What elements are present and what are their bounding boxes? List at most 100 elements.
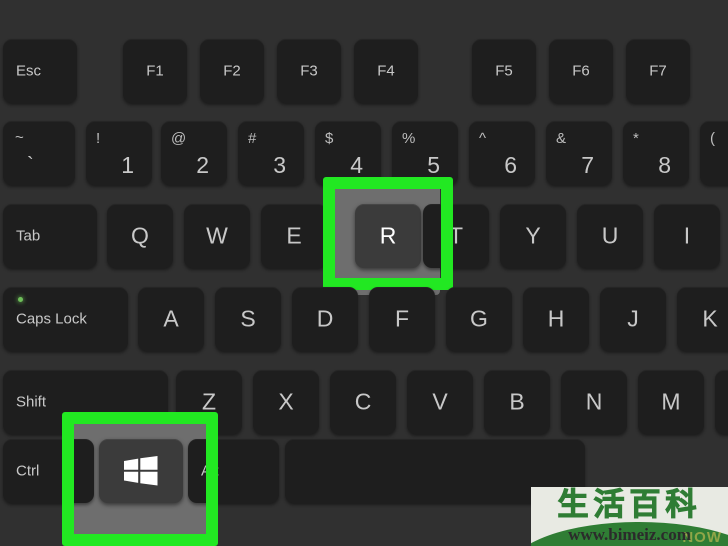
key-3-lower: 3 [273, 152, 286, 178]
key-s-label: S [240, 305, 256, 332]
highlight-windows-key [62, 412, 218, 546]
key-g-label: G [470, 305, 488, 332]
key-7-lower: 7 [581, 152, 594, 178]
highlight-r-key [323, 177, 453, 290]
key-4[interactable]: $ 4 [315, 121, 381, 185]
key-y[interactable]: Y [500, 204, 566, 268]
key-u-label: U [601, 222, 619, 249]
key-k-label: K [702, 305, 718, 332]
key-w-label: W [206, 222, 228, 249]
key-f-label: F [394, 305, 410, 332]
key-v-label: V [432, 388, 448, 415]
key-j-label: J [627, 305, 639, 332]
key-f4[interactable]: F4 [354, 39, 418, 103]
key-ctrl-label: Ctrl [16, 462, 40, 480]
key-a-label: A [163, 305, 179, 332]
key-9-upper: ( [710, 130, 715, 147]
key-s[interactable]: S [215, 287, 281, 351]
key-f4-label: F4 [377, 62, 395, 80]
key-8-lower: 8 [658, 152, 671, 178]
key-6-lower: 6 [504, 152, 517, 178]
key-q[interactable]: Q [107, 204, 173, 268]
key-2-upper: @ [171, 130, 187, 147]
key-1-upper: ! [96, 130, 101, 147]
key-7[interactable]: & 7 [546, 121, 612, 185]
key-f5-label: F5 [495, 62, 513, 80]
key-f3[interactable]: F3 [277, 39, 341, 103]
key-f7[interactable]: F7 [626, 39, 690, 103]
key-4-lower: 4 [350, 152, 363, 178]
key-7-upper: & [556, 130, 567, 147]
key-backtick-upper: ~ [15, 129, 24, 146]
key-e-label: E [286, 222, 302, 249]
key-comma-partial[interactable] [715, 370, 728, 434]
key-f2-label: F2 [223, 62, 241, 80]
key-m[interactable]: M [638, 370, 704, 434]
key-n-label: N [585, 388, 603, 415]
key-escape[interactable]: Esc [3, 39, 77, 103]
key-6[interactable]: ^ 6 [469, 121, 535, 185]
key-2[interactable]: @ 2 [161, 121, 227, 185]
key-tab-label: Tab [16, 227, 41, 245]
key-w[interactable]: W [184, 204, 250, 268]
key-y-label: Y [525, 222, 541, 249]
key-j[interactable]: J [600, 287, 666, 351]
key-2-lower: 2 [196, 152, 209, 178]
key-i[interactable]: I [654, 204, 720, 268]
watermark: 生活百科 www.bimeiz.com NOW [531, 487, 728, 546]
key-f3-label: F3 [300, 62, 318, 80]
key-shift-label: Shift [16, 393, 47, 411]
key-x[interactable]: X [253, 370, 319, 434]
key-h[interactable]: H [523, 287, 589, 351]
watermark-url: www.bimeiz.com [568, 525, 691, 544]
key-f5[interactable]: F5 [472, 39, 536, 103]
key-k[interactable]: K [677, 287, 728, 351]
key-z-label: Z [201, 388, 217, 415]
key-caps-lock[interactable]: Caps Lock [3, 287, 128, 351]
key-f[interactable]: F [369, 287, 435, 351]
key-f1-label: F1 [146, 62, 164, 80]
key-5-upper: % [402, 130, 416, 147]
key-q-label: Q [131, 222, 149, 249]
key-a[interactable]: A [138, 287, 204, 351]
key-c-label: C [354, 388, 372, 415]
key-f6-label: F6 [572, 62, 590, 80]
key-x-label: X [278, 388, 294, 415]
key-e[interactable]: E [261, 204, 327, 268]
key-b[interactable]: B [484, 370, 550, 434]
key-d-label: D [316, 305, 334, 332]
key-1[interactable]: ! 1 [86, 121, 152, 185]
key-f6[interactable]: F6 [549, 39, 613, 103]
key-escape-label: Esc [16, 62, 42, 80]
key-4-upper: $ [325, 130, 334, 147]
key-v[interactable]: V [407, 370, 473, 434]
key-8-upper: * [633, 130, 639, 147]
key-g[interactable]: G [446, 287, 512, 351]
key-6-upper: ^ [479, 130, 487, 147]
key-8[interactable]: * 8 [623, 121, 689, 185]
key-u[interactable]: U [577, 204, 643, 268]
keyboard-illustration: Esc F1 F2 F3 F4 F5 F6 F7 ~ ` ! 1 @ 2 # 3… [0, 0, 728, 546]
watermark-brand-text: 生活百科 [557, 487, 702, 523]
key-f7-label: F7 [649, 62, 667, 80]
key-d[interactable]: D [292, 287, 358, 351]
key-tab[interactable]: Tab [3, 204, 97, 268]
key-c[interactable]: C [330, 370, 396, 434]
caps-lock-led [18, 297, 23, 302]
key-caps-lock-label: Caps Lock [16, 310, 87, 328]
key-backtick-lower: ` [27, 154, 34, 176]
key-i-label: I [683, 222, 691, 249]
key-1-lower: 1 [121, 152, 134, 178]
key-9[interactable]: ( 9 [700, 121, 728, 185]
key-backtick[interactable]: ~ ` [3, 121, 75, 185]
key-5[interactable]: % 5 [392, 121, 458, 185]
key-5-lower: 5 [427, 152, 440, 178]
key-b-label: B [509, 388, 525, 415]
key-3[interactable]: # 3 [238, 121, 304, 185]
key-n[interactable]: N [561, 370, 627, 434]
key-3-upper: # [248, 130, 257, 147]
key-h-label: H [547, 305, 565, 332]
key-m-label: M [661, 388, 681, 415]
key-f2[interactable]: F2 [200, 39, 264, 103]
key-f1[interactable]: F1 [123, 39, 187, 103]
